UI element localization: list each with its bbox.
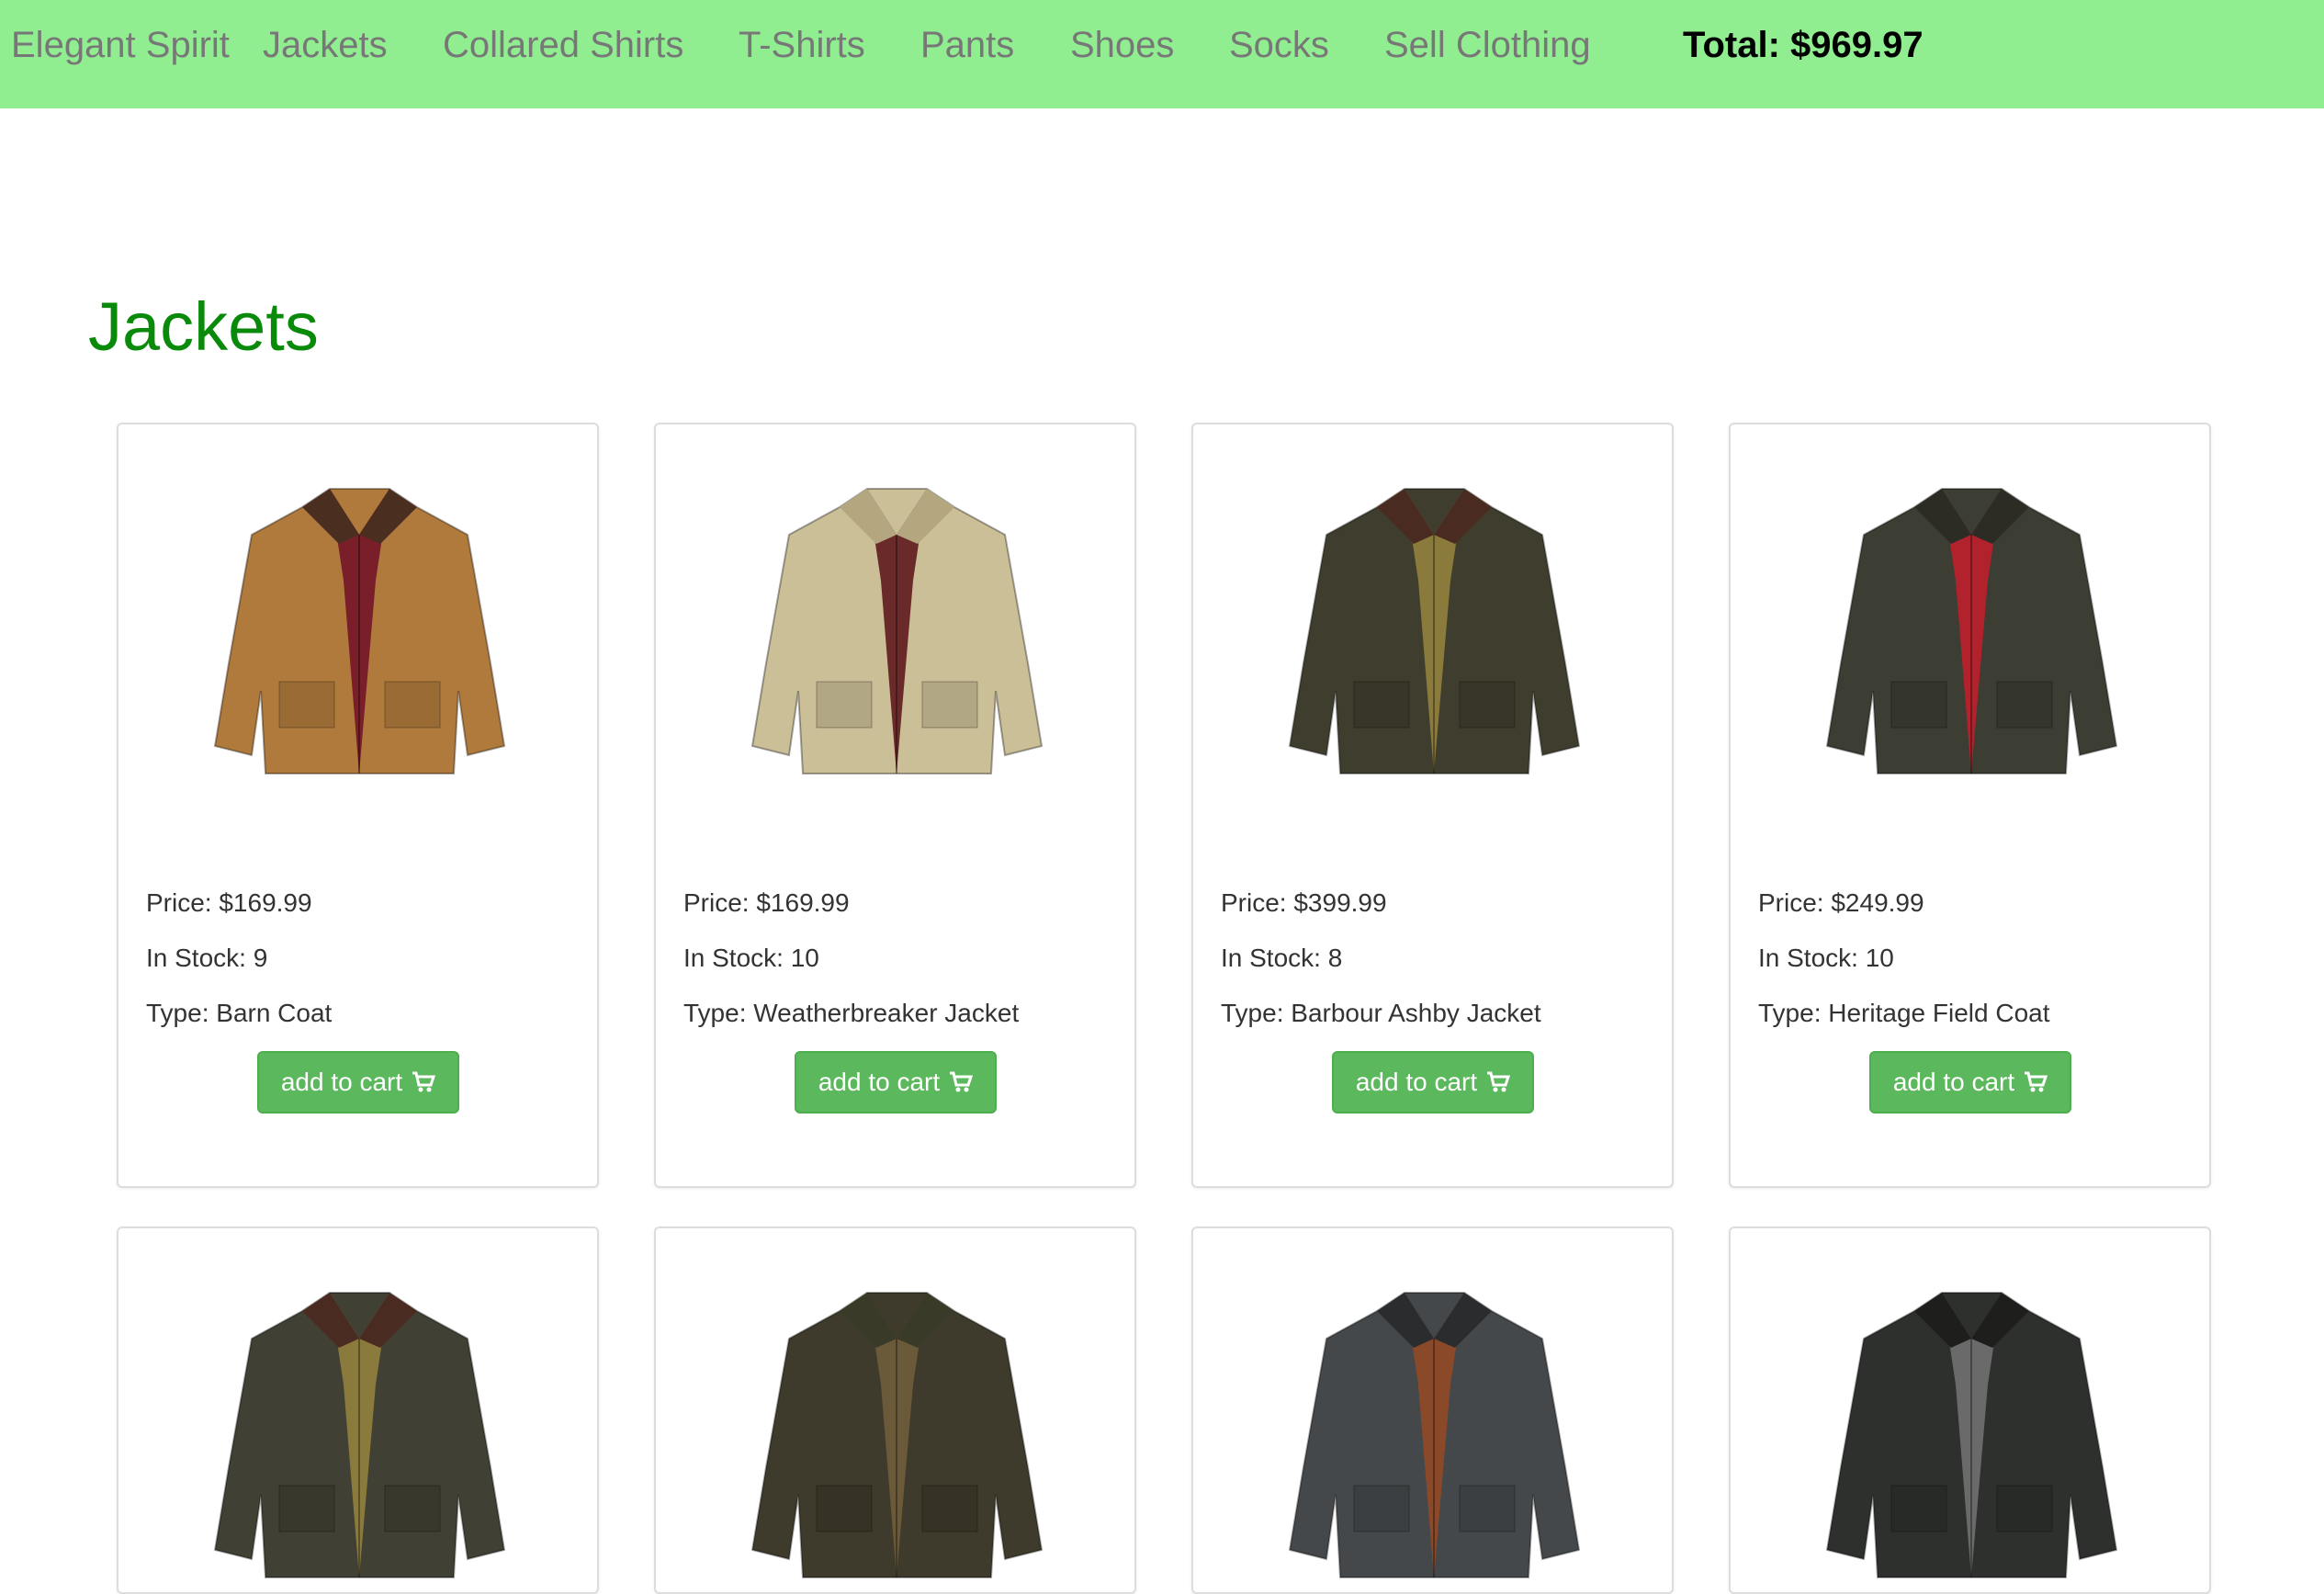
- jacket-image: [1825, 488, 2118, 774]
- product-card: Price: $169.99 In Stock: 9 Type: Barn Co…: [117, 423, 599, 1188]
- top-navbar: Elegant Spirit Jackets Collared Shirts T…: [0, 0, 2324, 108]
- nav-link-pants[interactable]: Pants: [920, 0, 1014, 90]
- add-to-cart-button[interactable]: add to cart: [795, 1051, 997, 1114]
- brand-link[interactable]: Elegant Spirit: [11, 0, 230, 90]
- cart-icon: [412, 1071, 436, 1092]
- product-type: Type: Barbour Ashby Jacket: [1221, 999, 1541, 1027]
- add-to-cart-label: add to cart: [1892, 1068, 2015, 1096]
- add-to-cart-label: add to cart: [818, 1068, 941, 1096]
- nav-link-collared-shirts[interactable]: Collared Shirts: [443, 0, 683, 90]
- add-to-cart-label: add to cart: [280, 1068, 403, 1096]
- product-price: Price: $399.99: [1221, 888, 1387, 917]
- cart-total: Total: $969.97: [1683, 25, 1924, 65]
- product-card: Price: $399.99 In Stock: 8 Type: Barbour…: [1191, 423, 1674, 1188]
- jacket-image: [750, 488, 1044, 774]
- product-type: Type: Weatherbreaker Jacket: [683, 999, 1020, 1027]
- add-to-cart-button[interactable]: add to cart: [257, 1051, 459, 1114]
- product-stock: In Stock: 9: [146, 944, 268, 972]
- product-card: Price: $169.99 In Stock: 10 Type: Weathe…: [654, 423, 1136, 1188]
- add-to-cart-label: add to cart: [1355, 1068, 1478, 1096]
- nav-link-sell-clothing[interactable]: Sell Clothing: [1384, 0, 1591, 90]
- cart-icon: [1487, 1071, 1511, 1092]
- nav-link-jackets[interactable]: Jackets: [263, 0, 388, 90]
- product-type: Type: Heritage Field Coat: [1758, 999, 2050, 1027]
- product-card: [117, 1227, 599, 1594]
- product-price: Price: $169.99: [146, 888, 312, 917]
- jacket-image: [1288, 1292, 1581, 1578]
- jacket-image: [213, 1292, 506, 1578]
- cart-icon: [950, 1071, 974, 1092]
- nav-link-socks[interactable]: Socks: [1229, 0, 1329, 90]
- add-to-cart-button[interactable]: add to cart: [1332, 1051, 1534, 1114]
- nav-link-t-shirts[interactable]: T-Shirts: [739, 0, 865, 90]
- product-price: Price: $169.99: [683, 888, 850, 917]
- product-card: [1729, 1227, 2211, 1594]
- product-type: Type: Barn Coat: [146, 999, 333, 1027]
- product-price: Price: $249.99: [1758, 888, 1924, 917]
- product-stock: In Stock: 10: [683, 944, 819, 972]
- add-to-cart-button[interactable]: add to cart: [1869, 1051, 2071, 1114]
- jacket-image: [1825, 1292, 2118, 1578]
- product-stock: In Stock: 8: [1221, 944, 1343, 972]
- jacket-image: [750, 1292, 1044, 1578]
- product-card: [654, 1227, 1136, 1594]
- page-title: Jackets: [88, 288, 319, 365]
- product-card: Price: $249.99 In Stock: 10 Type: Herita…: [1729, 423, 2211, 1188]
- product-card: [1191, 1227, 1674, 1594]
- nav-link-shoes[interactable]: Shoes: [1070, 0, 1174, 90]
- jacket-image: [1288, 488, 1581, 774]
- product-stock: In Stock: 10: [1758, 944, 1894, 972]
- jacket-image: [213, 488, 506, 774]
- cart-icon: [2025, 1071, 2048, 1092]
